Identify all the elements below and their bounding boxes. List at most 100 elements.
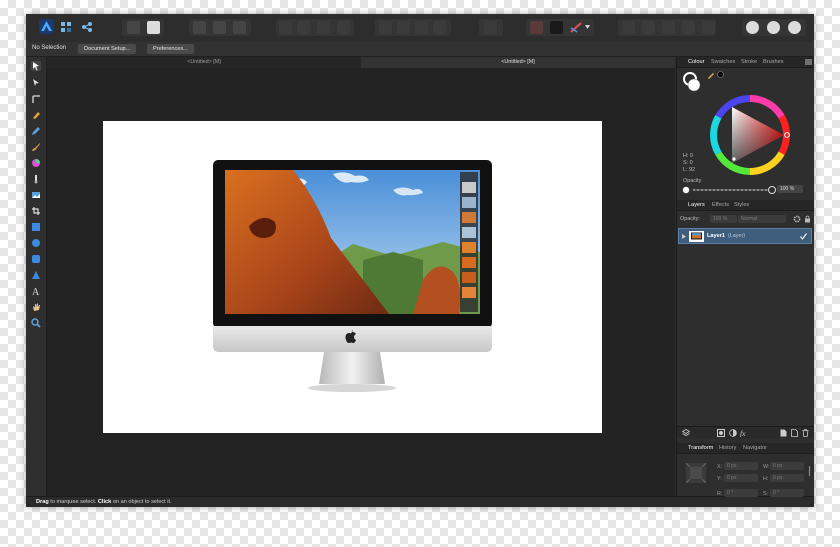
crop-tool-icon[interactable]: [31, 206, 41, 216]
rotate-right-button[interactable]: [433, 21, 446, 34]
add-layer-icon[interactable]: [780, 429, 787, 437]
gear-icon[interactable]: [793, 215, 801, 223]
canvas-area[interactable]: [47, 68, 675, 496]
tab-brushes[interactable]: Brushes: [763, 59, 784, 65]
tab-navigator[interactable]: Navigator: [743, 445, 767, 451]
disclosure-triangle-icon[interactable]: [682, 234, 686, 239]
document-tab[interactable]: <Untitled> [M]: [47, 57, 361, 68]
lightness-value: L: 92: [683, 167, 695, 173]
tab-effects[interactable]: Effects: [712, 202, 729, 208]
rotate-left-button[interactable]: [415, 21, 428, 34]
y-position-field[interactable]: 0 px: [724, 474, 758, 482]
tab-styles[interactable]: Styles: [734, 202, 749, 208]
boolean-intersect-button[interactable]: [662, 21, 675, 34]
brush-tool-icon[interactable]: [31, 142, 41, 152]
colour-picker-dot-icon[interactable]: [717, 71, 724, 78]
layer-row-selected[interactable]: Layer1 (Layer): [678, 228, 812, 244]
ellipse-tool-icon[interactable]: [31, 238, 41, 248]
help-button[interactable]: [788, 21, 801, 34]
eyedropper-icon[interactable]: [707, 71, 715, 79]
trash-icon[interactable]: [802, 429, 809, 437]
opacity-value-field[interactable]: 100 %: [777, 185, 803, 193]
geometry-tool-icon[interactable]: [570, 22, 582, 33]
place-image-tool-icon[interactable]: [31, 190, 41, 200]
blend-mode-select[interactable]: Normal: [738, 215, 786, 223]
text-tool-icon[interactable]: A: [31, 286, 41, 296]
imac-image[interactable]: [213, 160, 492, 393]
pixel-persona-icon[interactable]: [60, 21, 72, 33]
tab-colour[interactable]: Colour: [688, 59, 704, 65]
width-field[interactable]: 0 px: [770, 462, 804, 470]
move-tool-icon[interactable]: [31, 61, 41, 71]
flip-horizontal-button[interactable]: [379, 21, 392, 34]
studio-button[interactable]: [767, 21, 780, 34]
shear-field[interactable]: 0 °: [770, 489, 804, 497]
link-proportions-icon[interactable]: [807, 466, 812, 476]
layer-name[interactable]: Layer1: [707, 233, 725, 239]
corner-tool-icon[interactable]: [31, 94, 41, 104]
triangle-tool-icon[interactable]: [31, 270, 41, 280]
fill-tool-icon[interactable]: [31, 158, 41, 168]
chevron-down-icon[interactable]: [585, 25, 590, 29]
node-tool-icon[interactable]: [31, 78, 41, 88]
rounded-rectangle-tool-icon[interactable]: [31, 254, 41, 264]
arrange-front-button[interactable]: [337, 21, 350, 34]
assistant-button[interactable]: [746, 21, 759, 34]
panel-menu-icon[interactable]: [805, 59, 812, 65]
export-persona-icon[interactable]: [81, 21, 93, 33]
duplicate-layer-icon[interactable]: [791, 429, 798, 437]
preferences-button[interactable]: Preferences...: [147, 44, 194, 54]
height-field[interactable]: 0 px: [770, 474, 804, 482]
transform-origin-button[interactable]: [233, 21, 246, 34]
adjustment-icon[interactable]: [729, 429, 737, 437]
layers-stack-icon[interactable]: [682, 429, 690, 437]
boolean-divide-button[interactable]: [702, 21, 715, 34]
x-position-field[interactable]: 0 px: [724, 462, 758, 470]
app-logo-icon[interactable]: [39, 19, 54, 34]
boolean-xor-button[interactable]: [682, 21, 695, 34]
pencil-tool-icon[interactable]: [31, 126, 41, 136]
arrange-forward-button[interactable]: [317, 21, 330, 34]
fx-icon[interactable]: fx: [740, 429, 749, 437]
flip-vertical-button[interactable]: [397, 21, 410, 34]
hand-tool-icon[interactable]: [31, 302, 41, 312]
document-page[interactable]: [103, 121, 602, 433]
tab-transform[interactable]: Transform: [688, 445, 713, 451]
layer-visible-checkmark-icon[interactable]: [800, 233, 807, 240]
tab-swatches[interactable]: Swatches: [711, 59, 735, 65]
lock-icon[interactable]: [804, 215, 811, 223]
snapping-toggle-button[interactable]: [127, 21, 140, 34]
main-toolbar: [26, 14, 814, 43]
x-label: X:: [717, 464, 723, 470]
tab-layers[interactable]: Layers: [688, 202, 705, 208]
layer-opacity-field[interactable]: 100 %: [710, 215, 737, 223]
opacity-slider-handle[interactable]: [768, 186, 776, 194]
align-to-grid-button[interactable]: [213, 21, 226, 34]
zoom-tool-icon[interactable]: [31, 318, 41, 328]
rectangle-tool-icon[interactable]: [31, 222, 41, 232]
fill-stroke-swatch-icon[interactable]: [683, 71, 703, 93]
arrange-back-button[interactable]: [279, 21, 292, 34]
colour-wheel[interactable]: [708, 93, 792, 177]
document-setup-button[interactable]: Document Setup...: [78, 44, 137, 54]
pen-tool-icon[interactable]: [31, 110, 41, 120]
transparency-tool-icon[interactable]: [31, 174, 41, 184]
rotation-field[interactable]: 0 °: [724, 489, 758, 497]
anchor-point-grid-icon[interactable]: [685, 462, 707, 484]
pixel-alignment-button[interactable]: [193, 21, 206, 34]
grid-toggle-button[interactable]: [530, 21, 543, 34]
tab-stroke[interactable]: Stroke: [741, 59, 757, 65]
boolean-add-button[interactable]: [622, 21, 635, 34]
arrange-backward-button[interactable]: [297, 21, 310, 34]
document-tab-active[interactable]: <Untitled> [M]: [361, 57, 675, 68]
opacity-slider[interactable]: [693, 189, 771, 191]
status-drag-keyword: Drag: [36, 499, 49, 505]
snapping-options-button[interactable]: [147, 21, 160, 34]
status-hint: Drag to marquee select. Click on an obje…: [36, 499, 172, 505]
boolean-subtract-button[interactable]: [642, 21, 655, 34]
align-menu-button[interactable]: [484, 21, 497, 34]
mask-layer-icon[interactable]: [717, 429, 725, 437]
view-mode-button[interactable]: [550, 21, 563, 34]
tab-history[interactable]: History: [719, 445, 736, 451]
layer-type: (Layer): [728, 233, 746, 239]
